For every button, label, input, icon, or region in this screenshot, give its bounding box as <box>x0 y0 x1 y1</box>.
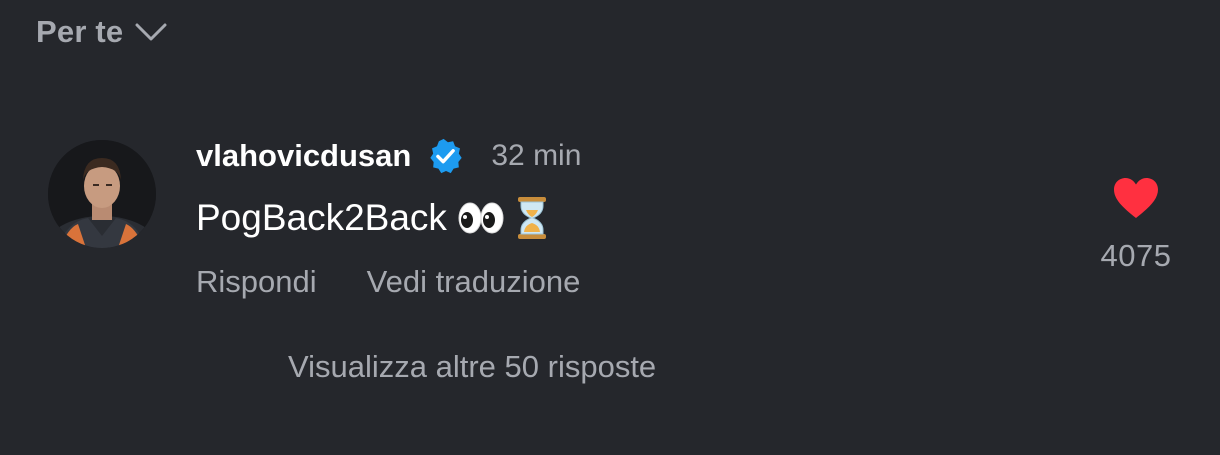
username[interactable]: vlahovicdusan <box>196 138 411 174</box>
view-more-replies-label: Visualizza altre 50 risposte <box>288 349 657 384</box>
timestamp: 32 min <box>491 139 582 172</box>
comment-text: PogBack2Back <box>196 197 447 238</box>
see-translation-button[interactable]: Vedi traduzione <box>367 264 581 300</box>
sort-selector[interactable]: Per te <box>36 14 167 50</box>
like-control: 4075 <box>1096 176 1176 274</box>
comment-actions: Rispondi Vedi traduzione <box>196 264 580 300</box>
reply-button[interactable]: Rispondi <box>196 264 317 300</box>
heart-icon[interactable] <box>1112 176 1160 220</box>
view-more-replies-button[interactable]: Visualizza altre 50 risposte <box>288 349 656 385</box>
comment-body: PogBack2Back <box>196 196 549 240</box>
verified-badge-icon <box>427 137 465 175</box>
avatar[interactable] <box>48 140 156 248</box>
comments-screen: Per te vlahovicdusan 32 min PogBack2Back… <box>0 0 1220 455</box>
eyes-emoji-icon <box>457 200 505 236</box>
hourglass-emoji-icon <box>515 196 549 240</box>
comment-header: vlahovicdusan 32 min <box>196 136 581 176</box>
chevron-down-icon <box>135 22 167 42</box>
sort-label: Per te <box>36 14 124 49</box>
like-count: 4075 <box>1100 238 1172 273</box>
